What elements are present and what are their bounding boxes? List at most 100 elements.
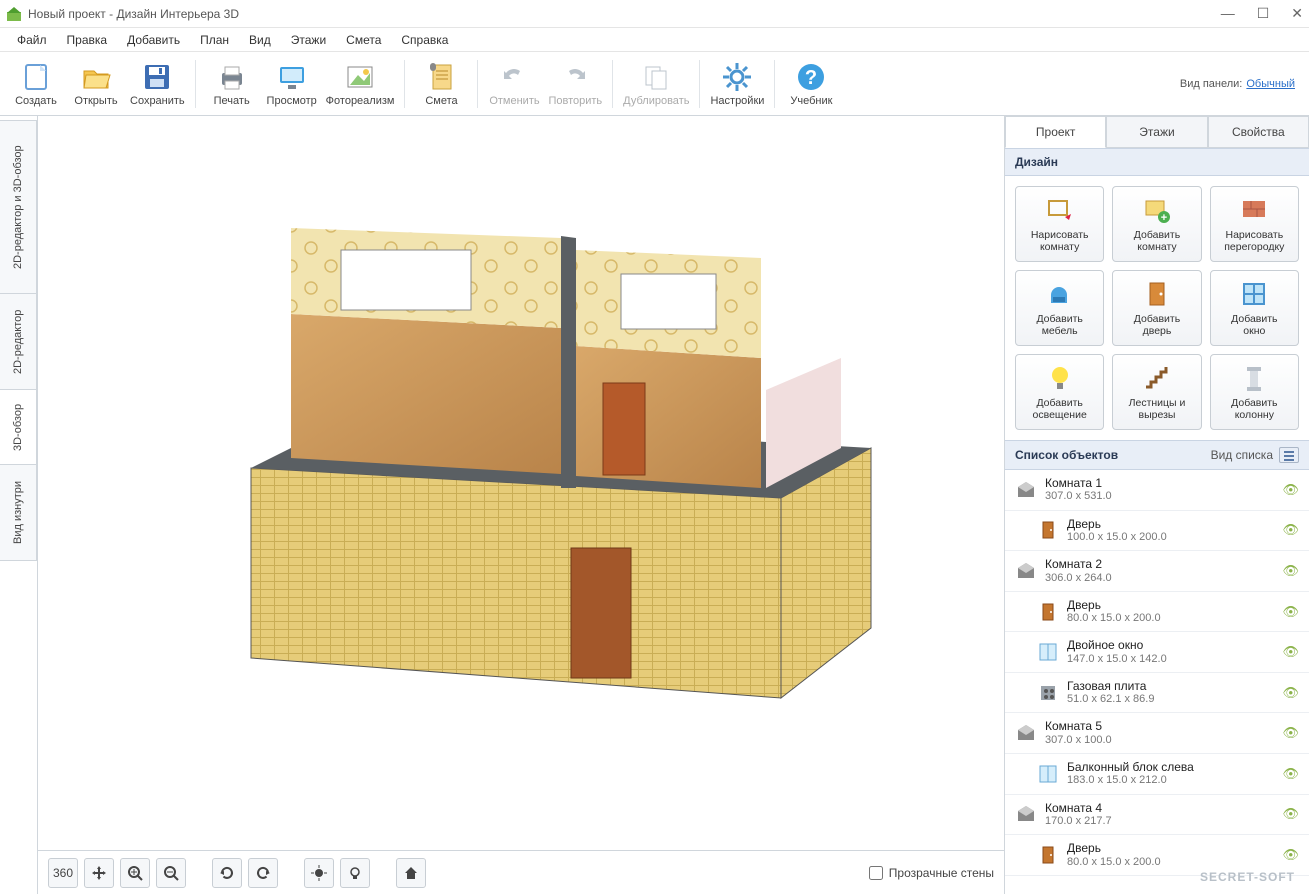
- door-icon: [1037, 844, 1059, 866]
- toolbar-print[interactable]: Печать: [202, 54, 262, 114]
- svg-text:?: ?: [805, 67, 817, 89]
- visibility-toggle[interactable]: 👁: [1282, 806, 1299, 822]
- design-btn-draw-partition[interactable]: Нарисоватьперегородку: [1210, 186, 1299, 262]
- settings-icon: [721, 61, 753, 93]
- undo-icon: [498, 61, 530, 93]
- add-room-icon: +: [1142, 195, 1172, 225]
- menu-вид[interactable]: Вид: [240, 30, 280, 50]
- 3d-canvas[interactable]: [38, 116, 1004, 850]
- rtab-проект[interactable]: Проект: [1005, 116, 1106, 148]
- object-item-3[interactable]: Дверь80.0 x 15.0 x 200.0👁: [1005, 592, 1309, 633]
- toolbar-create[interactable]: Создать: [6, 54, 66, 114]
- toolbar-photoreal[interactable]: Фотореализм: [322, 54, 399, 114]
- object-item-4[interactable]: Двойное окно147.0 x 15.0 x 142.0👁: [1005, 632, 1309, 673]
- toolbar-tutorial[interactable]: ?Учебник: [781, 54, 841, 114]
- design-btn-add-window[interactable]: Добавитьокно: [1210, 270, 1299, 346]
- print-icon: [216, 61, 248, 93]
- tool-zoom-in[interactable]: [120, 858, 150, 888]
- menu-смета[interactable]: Смета: [337, 30, 390, 50]
- vtab-3[interactable]: Вид изнутри: [0, 464, 37, 561]
- visibility-toggle[interactable]: 👁: [1282, 685, 1299, 701]
- design-btn-add-furniture[interactable]: Добавитьмебель: [1015, 270, 1104, 346]
- tool-pan[interactable]: [84, 858, 114, 888]
- tool-bulb-icon[interactable]: [340, 858, 370, 888]
- panel-mode-link[interactable]: Обычный: [1246, 78, 1295, 90]
- rtab-свойства[interactable]: Свойства: [1208, 116, 1309, 148]
- tool-sun-icon[interactable]: [304, 858, 334, 888]
- redo-icon: [559, 61, 591, 93]
- rtab-этажи[interactable]: Этажи: [1106, 116, 1207, 148]
- toolbar-preview[interactable]: Просмотр: [262, 54, 322, 114]
- vtab-0[interactable]: 2D-редактор и 3D-обзор: [0, 120, 37, 294]
- menu-файл[interactable]: Файл: [8, 30, 56, 50]
- room-icon: [1015, 560, 1037, 582]
- preview-icon: [276, 61, 308, 93]
- list-mode-icon[interactable]: [1279, 447, 1299, 463]
- object-item-1[interactable]: Дверь100.0 x 15.0 x 200.0👁: [1005, 511, 1309, 552]
- toolbar-open[interactable]: Открыть: [66, 54, 126, 114]
- visibility-toggle[interactable]: 👁: [1282, 482, 1299, 498]
- viewport-bottom-bar: 360 Прозрачные стены: [38, 850, 1004, 894]
- tool-360[interactable]: 360: [48, 858, 78, 888]
- minimize-button[interactable]: —: [1221, 5, 1235, 22]
- draw-room-icon: [1045, 195, 1075, 225]
- object-item-5[interactable]: Газовая плита51.0 x 62.1 x 86.9👁: [1005, 673, 1309, 714]
- add-furniture-icon: [1045, 279, 1075, 309]
- stairs-cuts-icon: [1142, 363, 1172, 393]
- maximize-button[interactable]: ☐: [1257, 5, 1270, 22]
- tool-zoom-out[interactable]: [156, 858, 186, 888]
- transparent-walls-checkbox[interactable]: Прозрачные стены: [869, 866, 994, 880]
- menu-добавить[interactable]: Добавить: [118, 30, 189, 50]
- vtab-1[interactable]: 2D-редактор: [0, 293, 37, 390]
- visibility-toggle[interactable]: 👁: [1282, 563, 1299, 579]
- photoreal-icon: [344, 61, 376, 93]
- menu-этажи[interactable]: Этажи: [282, 30, 335, 50]
- design-section-header: Дизайн: [1005, 148, 1309, 176]
- object-item-7[interactable]: Балконный блок слева183.0 x 15.0 x 212.0…: [1005, 754, 1309, 795]
- window-icon: [1037, 641, 1059, 663]
- menu-правка[interactable]: Правка: [58, 30, 117, 50]
- svg-text:+: +: [1161, 212, 1167, 224]
- transparent-walls-label: Прозрачные стены: [889, 866, 994, 880]
- close-button[interactable]: ✕: [1291, 5, 1303, 22]
- tool-rotate-cw[interactable]: [248, 858, 278, 888]
- window-icon: [1037, 763, 1059, 785]
- menubar: ФайлПравкаДобавитьПланВидЭтажиСметаСправ…: [0, 28, 1309, 52]
- toolbar-undo: Отменить: [484, 54, 544, 114]
- panel-mode-label: Вид панели:: [1180, 78, 1242, 90]
- object-item-0[interactable]: Комната 1307.0 x 531.0👁: [1005, 470, 1309, 511]
- stove-icon: [1037, 682, 1059, 704]
- design-btn-add-door[interactable]: Добавитьдверь: [1112, 270, 1201, 346]
- design-btn-add-column[interactable]: Добавитьколонну: [1210, 354, 1299, 430]
- list-mode-label: Вид списка: [1211, 448, 1273, 462]
- menu-справка[interactable]: Справка: [392, 30, 457, 50]
- design-btn-add-room[interactable]: +Добавитькомнату: [1112, 186, 1201, 262]
- visibility-toggle[interactable]: 👁: [1282, 522, 1299, 538]
- tutorial-icon: ?: [795, 61, 827, 93]
- visibility-toggle[interactable]: 👁: [1282, 766, 1299, 782]
- toolbar-estimate[interactable]: Смета: [411, 54, 471, 114]
- design-btn-stairs-cuts[interactable]: Лестницы ивырезы: [1112, 354, 1201, 430]
- design-btn-draw-room[interactable]: Нарисоватькомнату: [1015, 186, 1104, 262]
- toolbar-redo: Повторить: [544, 54, 606, 114]
- visibility-toggle[interactable]: 👁: [1282, 847, 1299, 863]
- estimate-icon: [425, 61, 457, 93]
- tool-home-icon[interactable]: [396, 858, 426, 888]
- toolbar-settings[interactable]: Настройки: [706, 54, 768, 114]
- menu-план[interactable]: План: [191, 30, 238, 50]
- save-icon: [141, 61, 173, 93]
- toolbar-save[interactable]: Сохранить: [126, 54, 189, 114]
- door-icon: [1037, 601, 1059, 623]
- object-item-6[interactable]: Комната 5307.0 x 100.0👁: [1005, 713, 1309, 754]
- object-item-2[interactable]: Комната 2306.0 x 264.0👁: [1005, 551, 1309, 592]
- toolbar: СоздатьОткрытьСохранитьПечатьПросмотрФот…: [0, 52, 1309, 116]
- visibility-toggle[interactable]: 👁: [1282, 604, 1299, 620]
- add-door-icon: [1142, 279, 1172, 309]
- create-icon: [20, 61, 52, 93]
- object-item-8[interactable]: Комната 4170.0 x 217.7👁: [1005, 795, 1309, 836]
- visibility-toggle[interactable]: 👁: [1282, 644, 1299, 660]
- visibility-toggle[interactable]: 👁: [1282, 725, 1299, 741]
- vtab-2[interactable]: 3D-обзор: [0, 389, 37, 465]
- tool-rotate-ccw[interactable]: [212, 858, 242, 888]
- design-btn-add-lighting[interactable]: Добавитьосвещение: [1015, 354, 1104, 430]
